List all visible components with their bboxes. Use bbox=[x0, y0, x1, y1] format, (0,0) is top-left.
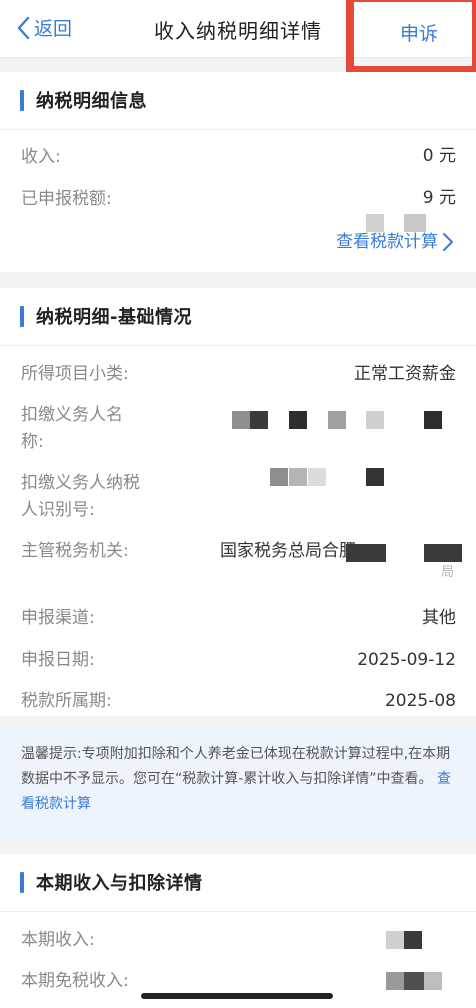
section-header: 本期收入与扣除详情 bbox=[0, 854, 476, 912]
income-value: 0 元 bbox=[422, 146, 456, 166]
view-tax-calc-link[interactable]: 查看税款计算 bbox=[336, 229, 454, 255]
redaction-block bbox=[328, 411, 346, 429]
current-income-label: 本期收入: bbox=[21, 930, 95, 950]
tax-period-label: 税款所属期: bbox=[21, 691, 112, 711]
declared-tax-value: 9 元 bbox=[422, 188, 456, 208]
withholding-agent-name-label-line2: 称: bbox=[21, 432, 44, 452]
redaction-block bbox=[404, 931, 422, 949]
redaction-block bbox=[366, 468, 384, 486]
appeal-button[interactable]: 申诉 bbox=[346, 0, 476, 74]
tax-office-value-tail: 局 bbox=[440, 565, 454, 580]
income-subcategory-label: 所得项目小类: bbox=[21, 364, 129, 384]
declaration-channel-value: 其他 bbox=[422, 608, 456, 628]
appeal-label: 申诉 bbox=[400, 23, 439, 45]
tax-office-label: 主管税务机关: bbox=[21, 541, 129, 561]
redaction-block bbox=[424, 972, 442, 990]
tax-basic-info-card: 纳税明细-基础情况 所得项目小类: 正常工资薪金 扣缴义务人名 称: 扣缴义务人… bbox=[0, 288, 476, 716]
redaction-block bbox=[386, 931, 404, 949]
redaction-block bbox=[386, 972, 404, 990]
redaction-block bbox=[289, 411, 307, 429]
declaration-date-label: 申报日期: bbox=[21, 650, 95, 670]
redaction-block bbox=[308, 468, 326, 486]
redaction-block bbox=[250, 411, 268, 429]
tip-box: 温馨提示:专项附加扣除和个人养老金已体现在税款计算过程中,在本期数据中不予显示。… bbox=[0, 730, 476, 838]
section-accent-bar bbox=[20, 872, 24, 893]
redaction-block bbox=[289, 468, 307, 486]
section-header: 纳税明细-基础情况 bbox=[0, 288, 476, 346]
tip-paragraph: 温馨提示:专项附加扣除和个人养老金已体现在税款计算过程中,在本期数据中不予显示。… bbox=[21, 742, 461, 817]
tip-text: 温馨提示:专项附加扣除和个人养老金已体现在税款计算过程中,在本期数据中不予显示。… bbox=[21, 746, 451, 787]
redaction-block bbox=[424, 411, 442, 429]
section-accent-bar bbox=[20, 306, 24, 327]
section-title: 纳税明细信息 bbox=[36, 91, 147, 112]
current-income-deduction-card: 本期收入与扣除详情 本期收入: 本期免税收入: bbox=[0, 854, 476, 1008]
tax-period-value: 2025-08 bbox=[384, 691, 456, 711]
redaction-block bbox=[346, 544, 386, 562]
home-indicator[interactable] bbox=[141, 993, 333, 999]
income-subcategory-value: 正常工资薪金 bbox=[354, 364, 456, 384]
redaction-block bbox=[366, 411, 384, 429]
income-label: 收入: bbox=[21, 147, 61, 167]
redaction-block bbox=[270, 468, 288, 486]
redaction-block bbox=[232, 411, 250, 429]
withholding-agent-id-label-line1: 扣缴义务人纳税 bbox=[21, 473, 140, 493]
chevron-right-icon bbox=[443, 233, 453, 251]
declaration-date-value: 2025-09-12 bbox=[357, 650, 456, 670]
section-title: 本期收入与扣除详情 bbox=[36, 873, 203, 894]
declaration-channel-label: 申报渠道: bbox=[21, 608, 95, 628]
tax-office-value: 国家税务总局合肥 bbox=[220, 541, 356, 561]
section-title: 纳税明细-基础情况 bbox=[36, 307, 192, 328]
tax-detail-info-card: 纳税明细信息 收入: 0 元 已申报税额: 9 元 查看税款计算 bbox=[0, 72, 476, 272]
tax-free-income-label: 本期免税收入: bbox=[21, 971, 129, 991]
redaction-block bbox=[404, 972, 424, 990]
section-accent-bar bbox=[20, 90, 24, 111]
view-tax-calc-label: 查看税款计算 bbox=[336, 232, 438, 252]
declared-tax-label: 已申报税额: bbox=[21, 189, 112, 209]
section-header: 纳税明细信息 bbox=[0, 72, 476, 130]
withholding-agent-name-label-line1: 扣缴义务人名 bbox=[21, 405, 123, 425]
withholding-agent-id-label-line2: 人识别号: bbox=[21, 500, 95, 520]
